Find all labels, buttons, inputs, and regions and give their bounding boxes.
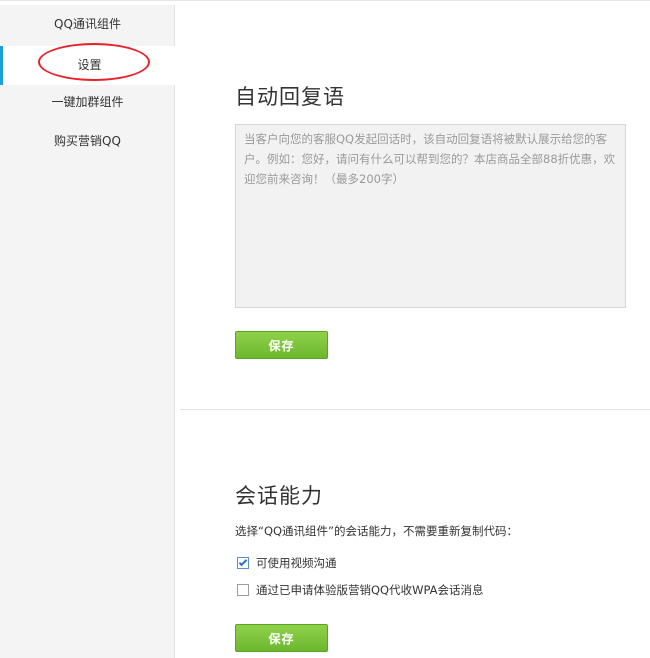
- sidebar-item-buy-marketing-qq[interactable]: 购买营销QQ: [0, 122, 175, 161]
- session-ability-description: 选择“QQ通讯组件”的会话能力，不需要重新复制代码：: [235, 524, 519, 538]
- main-content: 自动回复语 保存 会话能力 选择“QQ通讯组件”的会话能力，不需要重新复制代码：…: [176, 5, 650, 658]
- option-wpa-messages: 通过已申请体验版营销QQ代收WPA会话消息: [237, 582, 484, 598]
- sidebar-item-qq-widget[interactable]: QQ通讯组件: [0, 5, 175, 44]
- video-chat-checkbox[interactable]: [237, 557, 249, 569]
- session-ability-title: 会话能力: [235, 484, 323, 508]
- sidebar: QQ通讯组件 设置 一键加群组件 购买营销QQ: [0, 5, 176, 658]
- section-divider: [180, 409, 650, 410]
- option-video-chat: 可使用视频沟通: [237, 555, 337, 571]
- wpa-messages-checkbox[interactable]: [237, 584, 249, 596]
- sidebar-item-join-group-widget[interactable]: 一键加群组件: [0, 83, 175, 122]
- auto-reply-textarea[interactable]: [235, 124, 626, 308]
- auto-reply-title: 自动回复语: [235, 85, 345, 109]
- wpa-messages-label: 通过已申请体验版营销QQ代收WPA会话消息: [256, 583, 484, 597]
- session-ability-save-button[interactable]: 保存: [235, 624, 328, 652]
- sidebar-item-settings[interactable]: 设置: [0, 46, 176, 85]
- checkmark-icon: [238, 557, 248, 567]
- video-chat-label: 可使用视频沟通: [256, 556, 337, 570]
- page-frame: QQ通讯组件 设置 一键加群组件 购买营销QQ 自动回复语 保存 会话能力 选择…: [0, 0, 650, 658]
- auto-reply-save-button[interactable]: 保存: [235, 331, 328, 359]
